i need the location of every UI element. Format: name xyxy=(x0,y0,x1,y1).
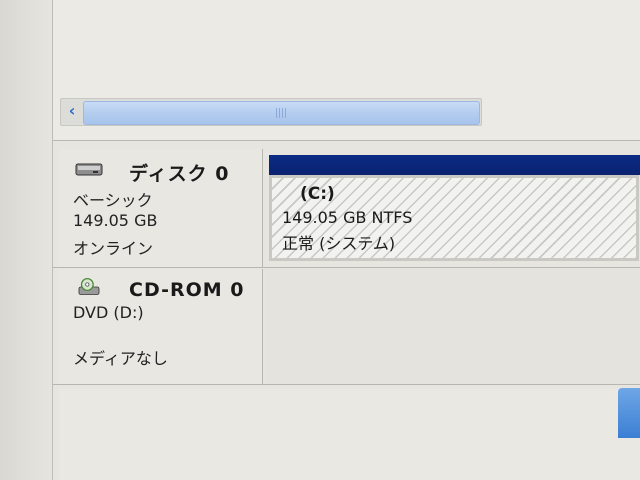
partition-health: 正常 (システム) xyxy=(282,234,396,253)
volume-list-pane: ‹ xyxy=(53,0,640,141)
cd-rom-icon xyxy=(78,278,100,295)
partition-cell[interactable]: (C:) 149.05 GB NTFS 正常 (システム) xyxy=(265,149,640,267)
partition-size-fs: 149.05 GB NTFS xyxy=(282,208,413,227)
cdrom-empty-cell xyxy=(265,269,640,384)
disk-management-window: ‹ ディスク 0 ベーシック 149.05 GB オンライン (C:) 149.… xyxy=(0,0,640,480)
disk-label-cell[interactable]: ディスク 0 ベーシック 149.05 GB オンライン xyxy=(59,149,263,267)
disk-title: ディスク 0 xyxy=(129,163,230,185)
scroll-left-arrow-icon[interactable]: ‹ xyxy=(63,99,81,125)
disk-row-cdrom: CD-ROM 0 DVD (D:) メディアなし xyxy=(53,269,640,385)
disk-graphical-view: ディスク 0 ベーシック 149.05 GB オンライン (C:) 149.05… xyxy=(53,141,640,480)
hard-disk-icon xyxy=(75,163,103,176)
disk-size: 149.05 GB xyxy=(73,211,158,230)
scrollbar-thumb[interactable] xyxy=(83,101,480,125)
grip-icon xyxy=(276,108,288,118)
partition-c[interactable]: (C:) 149.05 GB NTFS 正常 (システム) xyxy=(269,175,639,261)
disk-row-0: ディスク 0 ベーシック 149.05 GB オンライン (C:) 149.05… xyxy=(53,149,640,268)
disk-type: ベーシック xyxy=(73,191,153,210)
empty-area xyxy=(59,389,640,480)
partition-drive-letter: (C:) xyxy=(300,184,335,204)
partition-header-bar xyxy=(269,155,640,175)
cdrom-title: CD-ROM 0 xyxy=(129,279,245,301)
left-margin xyxy=(0,0,53,480)
disk-status: オンライン xyxy=(73,239,154,258)
blue-window-edge xyxy=(618,388,640,438)
cdrom-media-status: メディアなし xyxy=(73,349,168,368)
cdrom-type: DVD (D:) xyxy=(73,303,144,322)
horizontal-scrollbar[interactable]: ‹ xyxy=(60,98,482,126)
cdrom-label-cell[interactable]: CD-ROM 0 DVD (D:) メディアなし xyxy=(59,269,263,384)
